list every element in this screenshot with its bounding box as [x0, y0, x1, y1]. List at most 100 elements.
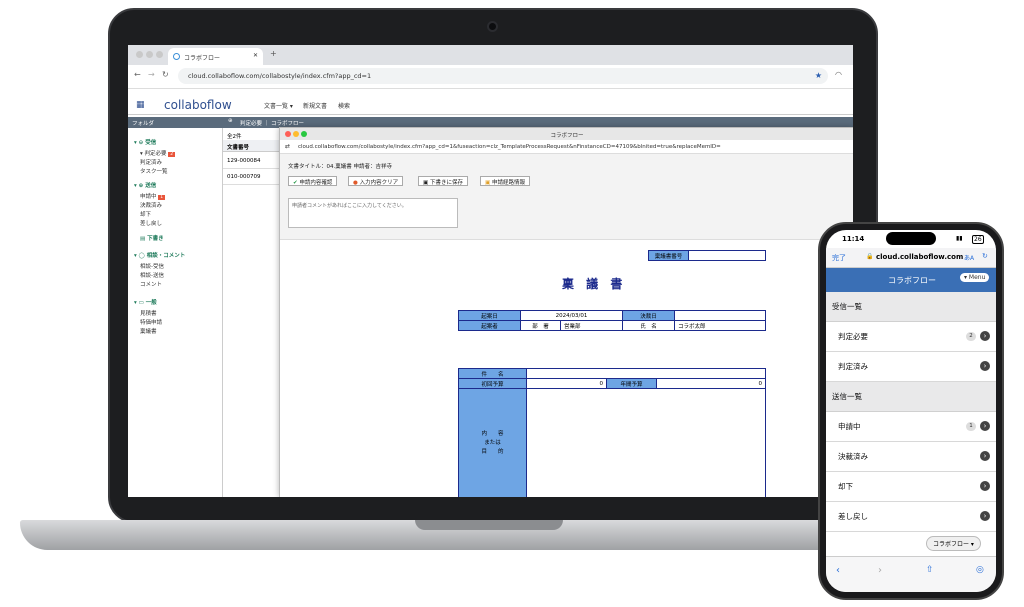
row-count-badge: 1: [966, 422, 976, 431]
bookmark-star-icon[interactable]: ★: [815, 71, 822, 80]
sidebar-item-consult-received[interactable]: 相談-受信: [140, 262, 164, 270]
footer-app-button[interactable]: コラボフロー ▾: [926, 536, 981, 551]
confirm-request-button[interactable]: ✔ 申請内容確認: [288, 176, 338, 186]
draft-date-field[interactable]: 2024/03/01: [520, 310, 623, 321]
new-tab-button[interactable]: +: [270, 49, 277, 58]
reload-icon[interactable]: ↻: [162, 70, 169, 79]
route-info-button[interactable]: ▣ 申請経路情報: [480, 176, 530, 186]
share-icon[interactable]: ⇧: [926, 565, 934, 575]
apps-grid-icon[interactable]: ▦: [136, 100, 145, 110]
sidebar-section-drafts[interactable]: ▤ 下書き: [140, 234, 164, 242]
form-heading: 稟 議 書: [562, 277, 627, 291]
tab-favicon-icon: [173, 53, 180, 60]
menu-document-list[interactable]: 文書一覧 ▾: [264, 101, 293, 110]
chevron-right-icon: ›: [980, 421, 990, 431]
url-bar[interactable]: cloud.collaboflow.com/collabostyle/index…: [178, 68, 828, 84]
profile-icon[interactable]: ◠: [835, 70, 842, 79]
modal-url-text: cloud.collaboflow.com/collabostyle/index…: [298, 144, 721, 150]
list-item-approved[interactable]: 決裁済み ›: [826, 442, 996, 472]
sidebar-item-ringi[interactable]: 稟議書: [140, 327, 157, 335]
row-label: 却下: [838, 482, 853, 491]
decision-date-field[interactable]: [673, 310, 767, 321]
list-item-judge-required[interactable]: 判定必要 2 ›: [826, 322, 996, 352]
sidebar-section-general[interactable]: ▾ ▭ 一般: [134, 298, 157, 306]
row-label: 差し戻し: [838, 512, 868, 521]
sidebar-item-consult-sent[interactable]: 相談-送信: [140, 271, 164, 279]
sidebar-item-task-list[interactable]: タスク一覧: [140, 167, 168, 175]
draft-date-label: 起案日: [458, 310, 521, 321]
back-icon[interactable]: ‹: [836, 565, 840, 576]
chevron-right-icon: ›: [980, 451, 990, 461]
name-field[interactable]: コラボ太郎: [673, 320, 767, 331]
content-field[interactable]: [526, 388, 766, 497]
item-label: 判定必要: [144, 151, 167, 157]
modal-minimize-button[interactable]: [293, 131, 299, 137]
modal-close-button[interactable]: [285, 131, 291, 137]
tab-close-icon[interactable]: ✕: [253, 52, 258, 59]
window-minimize-button[interactable]: [146, 51, 153, 58]
comment-textarea[interactable]: 申請者コメントがあればここに入力してください。: [288, 198, 458, 228]
sidebar-item-returned[interactable]: 差し戻し: [140, 219, 162, 227]
clear-input-button[interactable]: ● 入力内容クリア: [348, 176, 404, 186]
modal-zoom-button[interactable]: [301, 131, 307, 137]
dept-field[interactable]: 営業部: [560, 320, 623, 331]
list-item-returned[interactable]: 差し戻し ›: [826, 502, 996, 532]
sidebar-section-received[interactable]: ▾ ⊖ 受信: [134, 138, 156, 146]
phone-url-bar: 完了 🔒 cloud.collaboflow.com あA ↻: [826, 248, 996, 268]
sidebar-item-applying[interactable]: 申請中 1: [140, 192, 166, 200]
browser-tab[interactable]: コラボフロー ✕: [168, 48, 263, 65]
url-text: cloud.collaboflow.com/collabostyle/index…: [188, 72, 372, 80]
list-item-judged[interactable]: 判定済み ›: [826, 352, 996, 382]
reload-icon[interactable]: ↻: [982, 252, 988, 260]
sidebar-item-approved[interactable]: 決裁済み: [140, 201, 162, 209]
menu-button[interactable]: ▾ Menu: [960, 273, 990, 282]
sidebar-section-consult[interactable]: ▾ ◯ 相談・コメント: [134, 251, 185, 259]
forward-arrow-icon[interactable]: →: [148, 70, 155, 79]
modal-toolbar-area: 文書タイトル：04.稟議書 申請者：吉祥寺 ✔ 申請内容確認 ● 入力内容クリア…: [280, 154, 853, 240]
sidebar-item-judged[interactable]: 判定済み: [140, 158, 162, 166]
window-close-button[interactable]: [136, 51, 143, 58]
table-row[interactable]: 010-000709: [223, 169, 283, 185]
request-table: 件 名 初回予算 0 年間予算 0 内 容 または 目 的: [458, 368, 766, 497]
sidebar-item-quotation[interactable]: 見積書: [140, 309, 157, 317]
forward-icon[interactable]: ›: [878, 565, 882, 576]
folder-label: フォルダ: [132, 121, 155, 127]
chevron-right-icon: ›: [980, 331, 990, 341]
browser-tabbar: コラボフロー ✕ +: [128, 45, 853, 65]
sidebar-section-sent[interactable]: ▾ ⊕ 送信: [134, 181, 156, 189]
initial-budget-field[interactable]: 0: [526, 378, 607, 389]
form-document: 稟議書番号 稟 議 書 起案日 2024/03/01 決裁日 起案者 部 署 営…: [280, 240, 853, 497]
footer-button-label: コラボフロー: [933, 541, 970, 548]
phone-url-text[interactable]: cloud.collaboflow.com: [876, 253, 963, 261]
modal-url-bar[interactable]: ⇄ cloud.collaboflow.com/collabostyle/ind…: [280, 140, 853, 154]
done-button[interactable]: 完了: [832, 253, 846, 263]
table-row[interactable]: 129-000084: [223, 153, 283, 169]
compass-icon[interactable]: ◎: [976, 565, 984, 575]
document-modal: コラボフロー ⇄ cloud.collaboflow.com/collabost…: [279, 127, 853, 497]
status-time: 11:14: [842, 235, 865, 243]
menu-new-document[interactable]: 新規文書: [303, 101, 327, 110]
sidebar-item-rejected[interactable]: 却下: [140, 210, 151, 218]
add-circle-icon[interactable]: ⊕: [228, 118, 233, 124]
sidebar-item-comments[interactable]: コメント: [140, 280, 162, 288]
annual-budget-field[interactable]: 0: [656, 378, 766, 389]
sidebar-item-special-price[interactable]: 特価申請: [140, 318, 162, 326]
sidebar-item-judge-required[interactable]: ▾ 判定必要 2: [140, 149, 176, 157]
tune-icon[interactable]: ⇄: [285, 143, 290, 150]
section-header-received: 受信一覧: [826, 292, 996, 322]
doc-number-table: 稟議書番号: [648, 250, 766, 261]
reader-aa-button[interactable]: あA: [964, 253, 974, 262]
dept-label: 部 署: [520, 320, 561, 331]
subject-field[interactable]: [526, 368, 766, 379]
menu-search[interactable]: 検索: [338, 101, 350, 110]
list-item-rejected[interactable]: 却下 ›: [826, 472, 996, 502]
back-arrow-icon[interactable]: ←: [134, 70, 141, 79]
subject-label: 件 名: [458, 368, 527, 379]
count-badge: 2: [168, 152, 176, 157]
chevron-right-icon: ›: [980, 511, 990, 521]
safari-bottom-bar: ‹ › ⇧ ◎: [826, 556, 996, 592]
list-item-applying[interactable]: 申請中 1 ›: [826, 412, 996, 442]
window-zoom-button[interactable]: [156, 51, 163, 58]
save-draft-button[interactable]: ▣ 下書きに保存: [418, 176, 468, 186]
doc-number-field[interactable]: [688, 250, 766, 261]
